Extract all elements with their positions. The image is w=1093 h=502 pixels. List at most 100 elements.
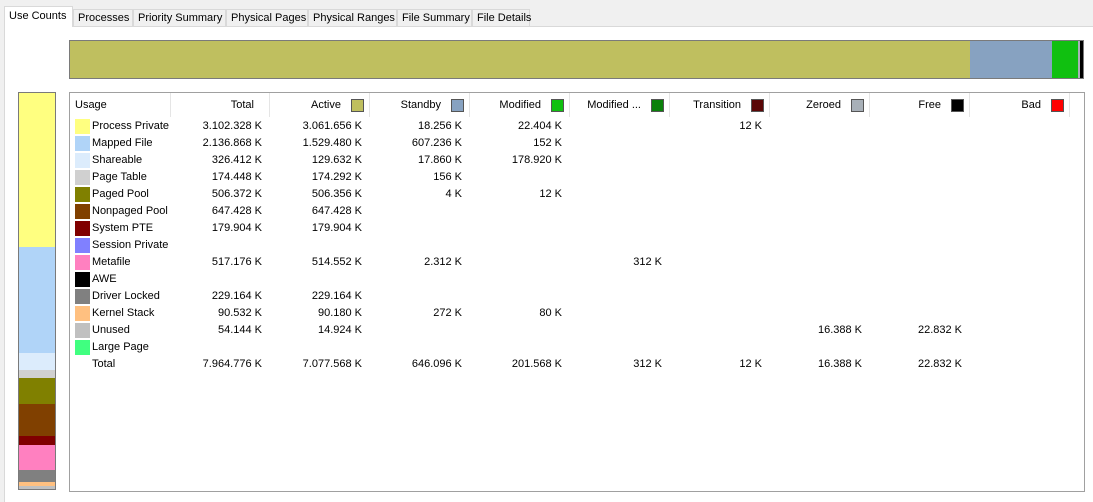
usage-name: Paged Pool bbox=[92, 188, 149, 200]
table-row[interactable]: Unused 54.144 K 14.924 K 16.388 K 22.832 K bbox=[70, 322, 1084, 339]
usage-color-swatch bbox=[75, 238, 90, 253]
tab-use-counts[interactable]: Use Counts bbox=[4, 6, 73, 27]
column-header-bad[interactable]: Bad bbox=[970, 93, 1070, 117]
column-header-zeroed[interactable]: Zeroed bbox=[770, 93, 870, 117]
table-row[interactable]: Mapped File 2.136.868 K 1.529.480 K 607.236… bbox=[70, 135, 1084, 152]
table-row[interactable]: Session Private bbox=[70, 237, 1084, 254]
usage-color-swatch bbox=[75, 136, 90, 151]
column-color-swatch bbox=[651, 98, 664, 112]
cell-zeroed bbox=[770, 135, 862, 152]
tab-file-summary[interactable]: File Summary bbox=[397, 9, 472, 26]
cell-modified-no-write bbox=[570, 237, 662, 254]
cell-modified bbox=[470, 339, 562, 356]
cell-active bbox=[270, 237, 362, 254]
usage-segment-process-private bbox=[19, 93, 55, 248]
table-row[interactable]: Large Page bbox=[70, 339, 1084, 356]
column-header-label: Zeroed bbox=[806, 99, 841, 111]
cell-standby: 646.096 K bbox=[411, 358, 462, 370]
cell-modified: 201.568 K bbox=[511, 358, 562, 370]
cell-free: 22.832 K bbox=[917, 324, 962, 336]
column-header-active[interactable]: Active bbox=[270, 93, 370, 117]
cell-bad bbox=[970, 339, 1062, 356]
table-row[interactable]: Kernel Stack 90.532 K 90.180 K 272 K 80 K bbox=[70, 305, 1084, 322]
cell-total: 179.904 K bbox=[211, 222, 262, 234]
tab-file-details[interactable]: File Details bbox=[472, 9, 531, 26]
cell-modified: 22.404 K bbox=[517, 120, 562, 132]
tab-physical-ranges[interactable]: Physical Ranges bbox=[308, 9, 397, 26]
cell-free bbox=[870, 118, 962, 135]
table-row[interactable]: Nonpaged Pool 647.428 K 647.428 K bbox=[70, 203, 1084, 220]
cell-modified bbox=[470, 220, 562, 237]
column-header-standby[interactable]: Standby bbox=[370, 93, 470, 117]
cell-standby bbox=[370, 271, 462, 288]
cell-total: 174.448 K bbox=[211, 171, 262, 183]
table-row[interactable]: Driver Locked 229.164 K 229.164 K bbox=[70, 288, 1084, 305]
cell-transition bbox=[670, 169, 762, 186]
usage-name: Page Table bbox=[92, 171, 147, 183]
table-row-total[interactable]: Total 7.964.776 K 7.077.568 K 646.096 K 201.… bbox=[70, 356, 1084, 373]
usage-name: Process Private bbox=[92, 120, 170, 132]
cell-modified-no-write: 312 K bbox=[633, 256, 662, 268]
usage-segment-mapped-file bbox=[19, 247, 55, 354]
state-segment-free bbox=[1080, 41, 1083, 78]
cell-standby bbox=[370, 237, 462, 254]
usage-name: Metafile bbox=[92, 256, 131, 268]
cell-transition: 12 K bbox=[739, 358, 762, 370]
column-header-free[interactable]: Free bbox=[870, 93, 970, 117]
cell-zeroed bbox=[770, 254, 862, 271]
cell-transition: 12 K bbox=[739, 120, 762, 132]
table-row[interactable]: Process Private 3.102.328 K 3.061.656 K 18.… bbox=[70, 118, 1084, 135]
column-color-swatch bbox=[351, 98, 364, 112]
cell-modified-no-write bbox=[570, 203, 662, 220]
table-row[interactable]: Metafile 517.176 K 514.552 K 2.312 K 312 K bbox=[70, 254, 1084, 271]
cell-bad bbox=[970, 322, 1062, 339]
cell-transition bbox=[670, 288, 762, 305]
cell-zeroed: 16.388 K bbox=[817, 324, 862, 336]
tab-priority-summary[interactable]: Priority Summary bbox=[133, 9, 226, 26]
cell-standby: 2.312 K bbox=[424, 256, 462, 268]
cell-total: 7.964.776 K bbox=[202, 358, 262, 370]
cell-standby bbox=[370, 288, 462, 305]
cell-active: 90.180 K bbox=[317, 307, 362, 319]
column-header-modified-no-write[interactable]: Modified ... bbox=[570, 93, 670, 117]
usage-color-swatch bbox=[75, 187, 90, 202]
usage-bar bbox=[18, 92, 56, 490]
table-row[interactable]: Page Table 174.448 K 174.292 K 156 K bbox=[70, 169, 1084, 186]
cell-total bbox=[171, 237, 262, 254]
table-row[interactable]: System PTE 179.904 K 179.904 K bbox=[70, 220, 1084, 237]
usage-segment-nonpaged-pool bbox=[19, 403, 55, 436]
column-header-label: Standby bbox=[400, 99, 441, 111]
cell-bad bbox=[970, 271, 1062, 288]
tab-processes[interactable]: Processes bbox=[73, 9, 133, 26]
cell-bad bbox=[970, 203, 1062, 220]
column-header-total[interactable]: Total bbox=[171, 93, 270, 117]
cell-modified-no-write bbox=[570, 152, 662, 169]
cell-total: 3.102.328 K bbox=[202, 120, 262, 132]
usage-name: System PTE bbox=[92, 222, 154, 234]
column-header-transition[interactable]: Transition bbox=[670, 93, 770, 117]
cell-free bbox=[870, 186, 962, 203]
cell-free: 22.832 K bbox=[917, 358, 962, 370]
cell-standby: 17.860 K bbox=[417, 154, 462, 166]
tab-physical-pages[interactable]: Physical Pages bbox=[226, 9, 308, 26]
cell-zeroed bbox=[770, 152, 862, 169]
cell-modified bbox=[470, 203, 562, 220]
usage-color-swatch bbox=[75, 306, 90, 321]
usage-color-swatch bbox=[75, 272, 90, 287]
cell-zeroed bbox=[770, 118, 862, 135]
cell-total: 90.532 K bbox=[217, 307, 262, 319]
cell-transition bbox=[670, 203, 762, 220]
cell-standby: 272 K bbox=[433, 307, 462, 319]
cell-total: 326.412 K bbox=[211, 154, 262, 166]
use-counts-table: Usage Total Active Standby Modified Modified … bbox=[69, 92, 1085, 492]
table-row[interactable]: Shareable 326.412 K 129.632 K 17.860 K 178.9… bbox=[70, 152, 1084, 169]
column-header-modified[interactable]: Modified bbox=[470, 93, 570, 117]
state-segment-active bbox=[70, 41, 971, 78]
table-row[interactable]: Paged Pool 506.372 K 506.356 K 4 K 12 K bbox=[70, 186, 1084, 203]
cell-free bbox=[870, 220, 962, 237]
table-row[interactable]: AWE bbox=[70, 271, 1084, 288]
usage-name: Total bbox=[92, 358, 116, 370]
column-header-label: Free bbox=[918, 99, 941, 111]
column-header-usage[interactable]: Usage bbox=[70, 93, 171, 117]
column-header-label: Total bbox=[230, 99, 254, 111]
